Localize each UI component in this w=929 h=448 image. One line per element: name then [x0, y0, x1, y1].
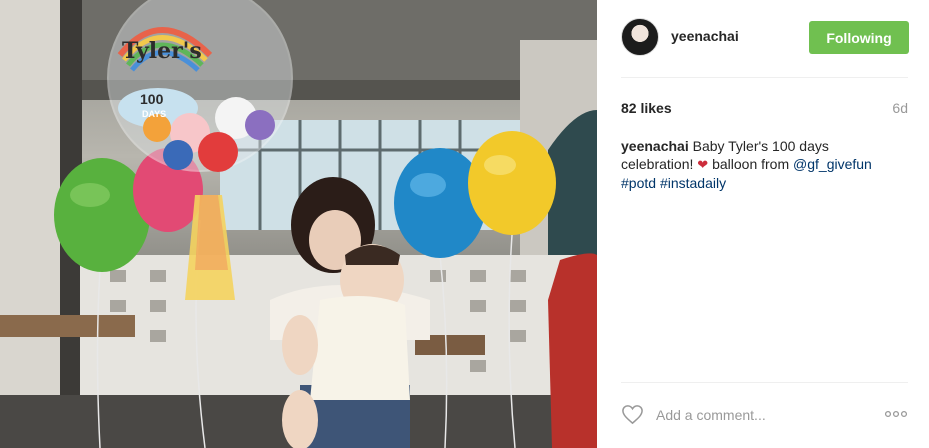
- comment-divider: [621, 382, 908, 383]
- post-photo[interactable]: Tyler's 100 DAYS: [0, 0, 597, 448]
- caption-author[interactable]: yeenachai: [621, 138, 689, 154]
- post-age[interactable]: 6d: [892, 100, 908, 116]
- post-header: yeenachai Following: [621, 18, 909, 58]
- avatar[interactable]: [621, 18, 659, 56]
- post-caption: yeenachai Baby Tyler's 100 days celebrat…: [621, 137, 881, 192]
- caption-mention[interactable]: @gf_givefun: [793, 156, 872, 172]
- hashtag-instadaily[interactable]: #instadaily: [660, 175, 726, 191]
- baby-outfit: [310, 296, 410, 400]
- mini-balloon: [163, 140, 193, 170]
- hashtag-potd[interactable]: #potd: [621, 175, 656, 191]
- heart-emoji-icon: ❤: [697, 157, 709, 172]
- ceiling-beam: [0, 80, 597, 100]
- post-photo-scene: Tyler's 100 DAYS: [0, 0, 597, 448]
- post-side-panel: yeenachai Following 82 likes 6d yeenacha…: [597, 0, 929, 448]
- author-username[interactable]: yeenachai: [671, 28, 739, 44]
- heart-icon[interactable]: [621, 403, 644, 426]
- header-divider: [621, 77, 908, 78]
- balloon-text-days: DAYS: [142, 109, 166, 119]
- mini-balloon: [198, 132, 238, 172]
- comment-input[interactable]: [656, 404, 856, 426]
- mini-balloon: [245, 110, 275, 140]
- brick-column: [0, 0, 60, 448]
- comment-bar: [621, 400, 908, 430]
- baby-arm: [282, 315, 318, 375]
- yellow-balloon: [468, 131, 556, 235]
- baby-leg: [282, 390, 318, 448]
- following-button[interactable]: Following: [809, 21, 909, 54]
- caption-text-2: balloon from: [712, 156, 790, 172]
- balloon-text-name: Tyler's: [122, 38, 202, 64]
- balloon-text-number: 100: [140, 91, 164, 107]
- person-right: [548, 253, 597, 448]
- likes-count[interactable]: 82 likes: [621, 100, 672, 116]
- table-left: [0, 315, 135, 337]
- more-options-icon[interactable]: [884, 407, 908, 421]
